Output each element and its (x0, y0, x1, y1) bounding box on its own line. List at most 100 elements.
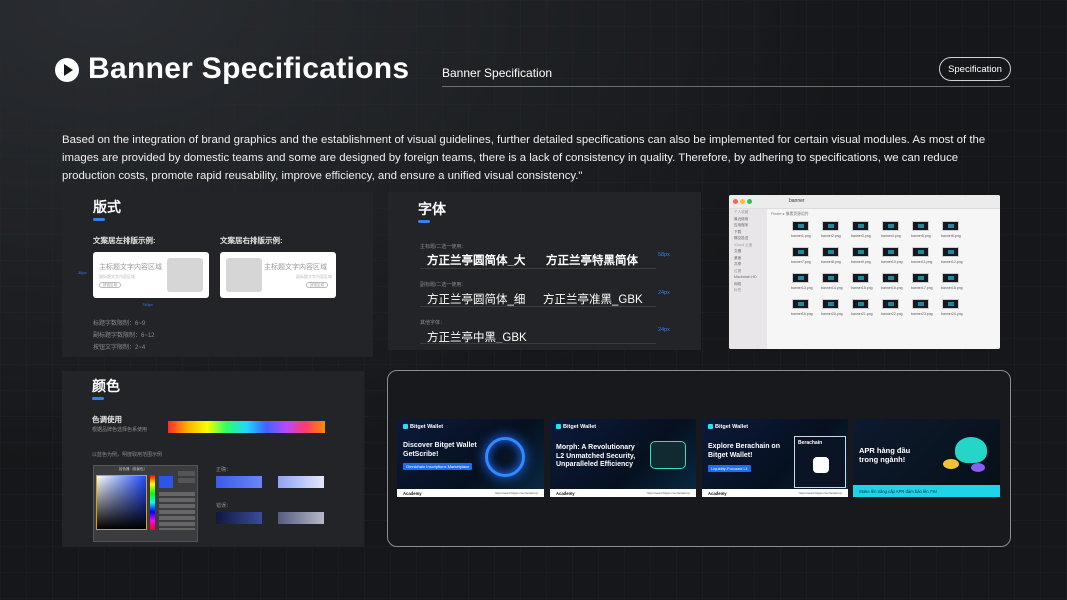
rule-subtitle-length: 副标题字数限制：6~12 (93, 333, 155, 339)
file-name: banner11.png (911, 260, 933, 264)
font-row-label: 其他字体： (420, 320, 446, 326)
example-note: 以蓝色为例，明度取用范围示例 (92, 452, 163, 458)
page-title: Banner Specifications (88, 52, 410, 85)
card-title: 主标题文字内容区域 (99, 264, 162, 271)
file-thumbnail-icon[interactable] (822, 221, 839, 231)
file-name: banner14.png (821, 286, 843, 290)
morph-chart-icon (650, 441, 686, 469)
font-sample: 方正兰亭特黑简体 (546, 255, 638, 267)
file-name: banner10.png (881, 260, 903, 264)
file-thumbnail-icon[interactable] (882, 299, 899, 309)
font-size-tag: 24px (658, 327, 670, 333)
file-thumbnail-icon[interactable] (882, 247, 899, 257)
header-divider (442, 86, 1010, 87)
brand-spectrum-bar (168, 421, 325, 433)
file-thumbnail-icon[interactable] (912, 247, 929, 257)
file-thumbnail-icon[interactable] (822, 273, 839, 283)
file-thumbnail-icon[interactable] (792, 221, 809, 231)
finder-titlebar: banner (729, 195, 1000, 209)
height-note: 36px (78, 270, 87, 275)
banner-apr[interactable]: APR hàng đầu trong ngành! Stake ​​lên nâ… (853, 419, 1000, 497)
picker-preview (159, 476, 173, 488)
banner-tag: Omnichain Inscriptions Marketplace (403, 463, 473, 470)
banner-berachain[interactable]: Bitget Wallet Explore Berachain on Bitge… (702, 419, 848, 497)
file-thumbnail-icon[interactable] (912, 221, 929, 231)
finder-sidebar-item[interactable]: 标签 (729, 287, 767, 294)
file-name: banner1.png (791, 234, 811, 238)
hue-slider[interactable] (150, 475, 155, 530)
file-name: banner22.png (881, 312, 903, 316)
font-guide-line (420, 343, 656, 344)
finder-title: banner (789, 198, 805, 204)
banner-title: APR hàng đầu trong ngành! (859, 446, 911, 464)
correct-label: 正确： (216, 467, 232, 473)
banner-footer-text: Academy (708, 491, 727, 496)
file-name: banner13.png (791, 286, 813, 290)
file-name: banner24.png (941, 312, 963, 316)
banner-tag: Liquidity-Focused L1 (708, 465, 751, 472)
color-panel-title: 颜色 (92, 378, 120, 394)
file-thumbnail-icon[interactable] (792, 299, 809, 309)
wrong-swatch-a (216, 512, 262, 524)
file-name: banner9.png (851, 260, 871, 264)
right-layout-label: 文案居右排版示例: (220, 236, 283, 245)
banner-logo: Bitget Wallet (556, 424, 596, 430)
saturation-square[interactable] (96, 475, 147, 530)
file-thumbnail-icon[interactable] (942, 221, 959, 231)
finder-file-grid: banner1.png banner2.png banner3.png banner4… (767, 217, 1000, 349)
file-name: banner5.png (911, 234, 931, 238)
file-thumbnail-icon[interactable] (822, 299, 839, 309)
correct-swatch-a (216, 476, 262, 488)
file-name: banner2.png (821, 234, 841, 238)
file-name: banner6.png (941, 234, 961, 238)
file-thumbnail-icon[interactable] (882, 221, 899, 231)
color-picker: 拾色器（前景色） (93, 465, 198, 542)
finder-sidebar: 个人收藏 最近使用 应用程序 下载 隔空投送 iCloud 云盘 文稿 桌面 共享 位置 Macin… (729, 209, 767, 349)
picker-title: 拾色器（前景色） (119, 467, 147, 471)
zoom-dot-icon[interactable] (747, 199, 752, 204)
file-thumbnail-icon[interactable] (852, 299, 869, 309)
file-thumbnail-icon[interactable] (912, 299, 929, 309)
file-thumbnail-icon[interactable] (942, 299, 959, 309)
color-note: 根据品牌色选择色系使用 (92, 427, 148, 433)
file-thumbnail-icon[interactable] (792, 247, 809, 257)
file-name: banner17.png (911, 286, 933, 290)
file-thumbnail-icon[interactable] (882, 273, 899, 283)
minimize-dot-icon[interactable] (740, 199, 745, 204)
file-thumbnail-icon[interactable] (942, 273, 959, 283)
file-thumbnail-icon[interactable] (852, 247, 869, 257)
layout-panel-title: 版式 (93, 199, 121, 215)
berachain-label: Berachain (798, 440, 823, 446)
picker-cancel-button[interactable] (178, 478, 195, 483)
font-guide-line (420, 306, 656, 307)
color-accent-bar (92, 397, 104, 400)
card-image-placeholder (167, 258, 203, 292)
banner-footer-url: https://www.bitget.com/academy (798, 491, 842, 495)
file-thumbnail-icon[interactable] (852, 221, 869, 231)
picker-ok-button[interactable] (178, 471, 195, 476)
file-thumbnail-icon[interactable] (912, 273, 929, 283)
width-note: 750px (142, 302, 153, 307)
card-title: 主标题文字内容区域 (264, 264, 327, 271)
layout-accent-bar (93, 218, 105, 221)
file-thumbnail-icon[interactable] (942, 247, 959, 257)
berachain-card: Berachain (794, 436, 846, 488)
banner-logo: Bitget Wallet (403, 424, 443, 430)
file-thumbnail-icon[interactable] (852, 273, 869, 283)
file-thumbnail-icon[interactable] (792, 273, 809, 283)
coins-icon (941, 435, 991, 475)
rule-button-length: 按钮文字限制：2~4 (93, 345, 146, 351)
picker-fields[interactable] (159, 492, 195, 530)
specification-button[interactable]: Specification (939, 57, 1011, 81)
banner-getscribe[interactable]: Bitget Wallet Discover Bitget Wallet Get… (397, 419, 544, 497)
file-thumbnail-icon[interactable] (822, 247, 839, 257)
banner-title: Explore Berachain on Bitget Wallet! (708, 443, 780, 459)
play-icon (55, 58, 79, 82)
rule-title-length: 标题字数限制：6~9 (93, 321, 146, 327)
file-name: banner7.png (791, 260, 811, 264)
wrong-swatch-b (278, 512, 324, 524)
banner-footer-text: Academy (556, 491, 575, 496)
file-name: banner21.png (851, 312, 873, 316)
banner-morph[interactable]: Bitget Wallet Morph: A Revolutionary L2 … (550, 419, 696, 497)
close-dot-icon[interactable] (733, 199, 738, 204)
